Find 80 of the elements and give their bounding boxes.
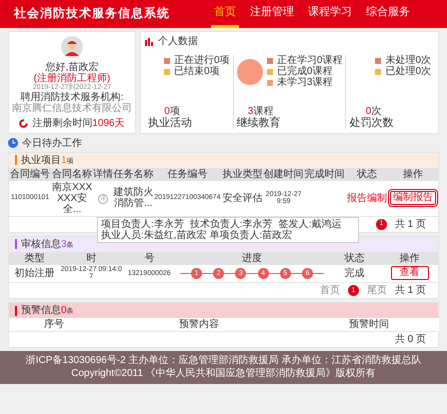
table-cell: 初始注册 bbox=[9, 264, 60, 283]
count-value: 3 bbox=[61, 238, 67, 250]
legend-label: 未处理0次 bbox=[385, 55, 431, 66]
column-header: 序号 bbox=[9, 318, 99, 332]
column-header: 操作 bbox=[381, 252, 438, 265]
column-header: 进度 bbox=[176, 252, 328, 265]
column-header: 状态 bbox=[346, 168, 388, 181]
stat-name: 继续教育 bbox=[236, 116, 282, 129]
stat-unit: 课程 bbox=[253, 106, 274, 117]
timer-icon bbox=[19, 118, 28, 128]
accent-bar bbox=[15, 239, 17, 250]
site-title: 社会消防技术服务信息系统 bbox=[14, 7, 170, 21]
stat-value: 3 bbox=[248, 106, 254, 117]
greeting-text: 您好,苗政宏 bbox=[46, 62, 98, 73]
column-header: 预警内容 bbox=[99, 318, 299, 332]
org-label: 聘用消防技术服务机构: bbox=[20, 92, 124, 103]
legend-label: 正在学习0课程 bbox=[276, 55, 342, 66]
column-header: 预警时间 bbox=[299, 318, 439, 332]
column-header: 号 bbox=[122, 252, 176, 265]
legend-label: 已处理0次 bbox=[385, 66, 431, 77]
stat-unit: 次 bbox=[371, 106, 382, 117]
section-title: 今日待办工作 bbox=[22, 138, 82, 149]
panel-title: 个人数据 bbox=[158, 36, 198, 47]
remaining-label: 注册剩余时间 bbox=[32, 118, 92, 129]
column-header: 时 bbox=[60, 252, 123, 265]
page-total: 共 1 页 bbox=[394, 285, 426, 296]
column-header: 任务编号 bbox=[153, 168, 222, 181]
tooltip-text: 执业人员:朱益红,苗政宏 单项负责人:苗政宏 bbox=[101, 230, 292, 241]
column-header: 执业类型 bbox=[221, 168, 264, 181]
column-header: 合同编号 bbox=[9, 168, 52, 181]
card-title: 执业项目 bbox=[21, 154, 61, 166]
stat-name: 处罚次数 bbox=[349, 116, 394, 129]
column-header: 合同名称 bbox=[51, 168, 94, 181]
role-text: (注册消防工程师) bbox=[34, 73, 110, 84]
count-value: 0 bbox=[61, 305, 67, 316]
table-cell: 建筑防火消防管... bbox=[113, 180, 154, 216]
last-page-link[interactable]: 尾页 bbox=[366, 285, 387, 296]
stat-value: 0 bbox=[164, 106, 170, 117]
column-header: 操作 bbox=[388, 168, 438, 181]
column-header: 任务名称 bbox=[113, 168, 154, 181]
stat-unit: 项 bbox=[170, 106, 180, 117]
legend-label: 正在进行0项 bbox=[174, 55, 230, 66]
nav-tab[interactable]: 课程学习 bbox=[305, 0, 355, 28]
footer-text: Copyright©2011 《中华人民共和国应急管理部消防救援局》版权所有 bbox=[70, 368, 377, 380]
count-value: 1 bbox=[61, 154, 67, 166]
column-header: 完成时间 bbox=[304, 168, 346, 181]
tooltip-text: 技术负责人:李永芳 bbox=[190, 218, 273, 230]
table-cell: 安全评估 bbox=[221, 180, 264, 216]
column-header: 详情 bbox=[93, 168, 114, 181]
status-text: 完成 bbox=[328, 264, 382, 283]
legend-label: 已完成0课程 bbox=[276, 66, 332, 77]
legend-label: 未学习3课程 bbox=[276, 77, 332, 88]
table-cell: 南京XXXXXX安全... bbox=[51, 180, 94, 216]
nav-tab[interactable]: 综合服务 bbox=[363, 0, 413, 28]
page-total: 共 1 页 bbox=[394, 218, 426, 230]
avatar-icon bbox=[61, 36, 83, 58]
first-page-link[interactable]: 首页 bbox=[320, 285, 340, 296]
view-button[interactable]: 查看 bbox=[390, 266, 429, 280]
pie-chart bbox=[236, 58, 263, 84]
card-title: 预警信息 bbox=[21, 305, 61, 316]
stat-name: 执业活动 bbox=[148, 116, 193, 129]
tooltip-text: 签发人:戴鸿运 bbox=[278, 218, 342, 230]
tooltip-text: 项目负责人:李永芳 bbox=[101, 218, 184, 230]
card-title: 审核信息 bbox=[21, 238, 61, 250]
clock-icon bbox=[8, 138, 18, 148]
org-name: 南京腾仁信息技术有限公司 bbox=[12, 102, 132, 114]
edit-report-button[interactable]: 编制报告 bbox=[390, 191, 436, 206]
nav-tab[interactable]: 首页 bbox=[211, 0, 239, 28]
column-header: 状态 bbox=[328, 252, 382, 265]
accent-bar bbox=[15, 306, 17, 316]
page-total: 共 0 页 bbox=[394, 334, 426, 346]
bar-chart-icon bbox=[145, 38, 154, 46]
nav-tab[interactable]: 注册管理 bbox=[247, 0, 297, 28]
legend-label: 已结束0项 bbox=[174, 66, 220, 77]
accent-bar bbox=[15, 155, 17, 166]
remaining-value: 1096天 bbox=[92, 118, 125, 129]
footer-text: 浙ICP备13030696号-2 主办单位：应急管理部消防救援局 承办单位：江苏省消防救援总队 bbox=[24, 355, 422, 368]
column-header: 类型 bbox=[9, 252, 60, 265]
column-header: 创建时间 bbox=[264, 168, 304, 181]
stat-value: 0 bbox=[366, 106, 372, 117]
